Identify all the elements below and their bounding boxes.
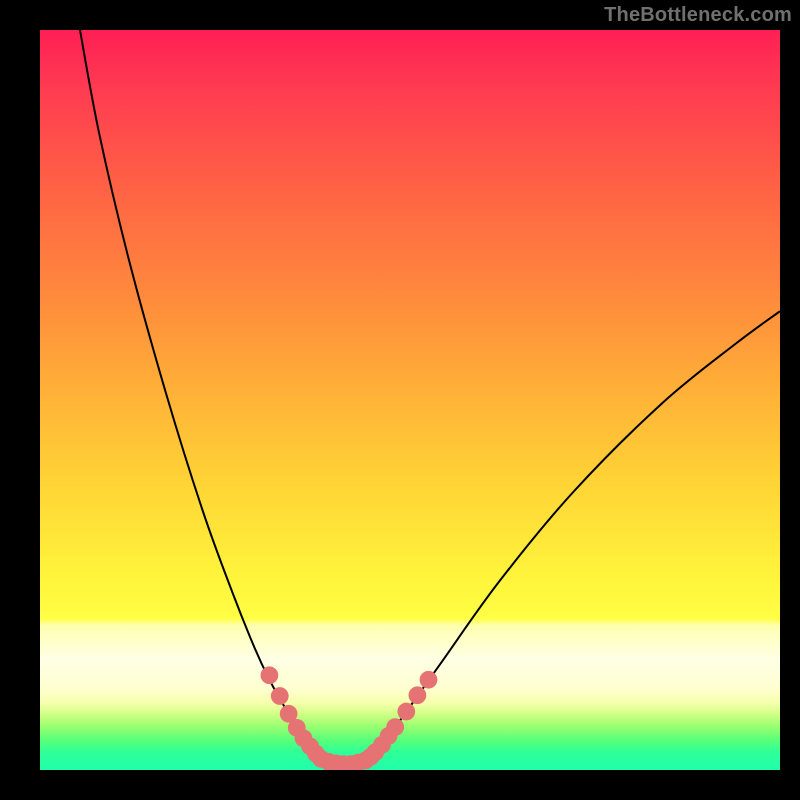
curve-marker: [261, 666, 279, 684]
curve-markers: [261, 666, 438, 770]
curve-marker: [386, 718, 404, 736]
curve-marker: [271, 687, 289, 705]
curve-svg: [40, 30, 780, 770]
curve-right-branch: [375, 311, 780, 752]
curve-left-branch: [80, 30, 321, 759]
curve-marker: [409, 686, 427, 704]
chart-frame: TheBottleneck.com: [0, 0, 800, 800]
curve-marker: [397, 703, 415, 721]
plot-area: [40, 30, 780, 770]
watermark-text: TheBottleneck.com: [604, 4, 792, 27]
curve-marker: [420, 671, 438, 689]
